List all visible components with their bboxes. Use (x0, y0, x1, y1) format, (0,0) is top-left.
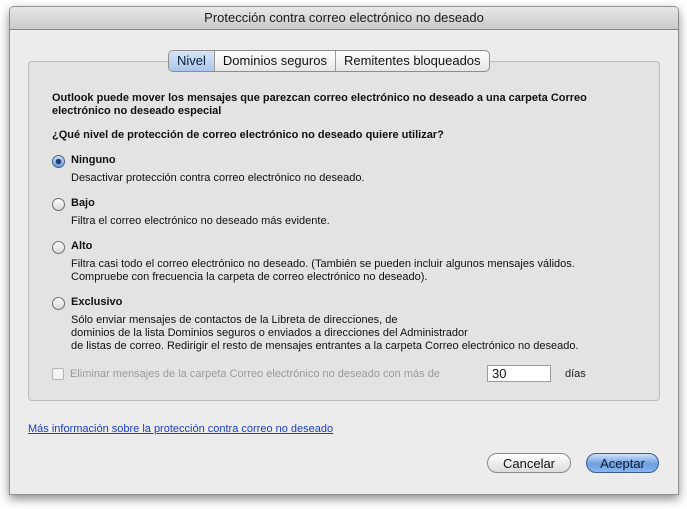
radio-alto[interactable] (52, 241, 65, 254)
level-option-bajo[interactable]: Bajo Filtra el correo electrónico no des… (52, 197, 330, 228)
protection-level-question: ¿Qué nivel de protección de correo elect… (52, 129, 444, 141)
tab-dominios-seguros[interactable]: Dominios seguros (213, 51, 335, 71)
level-label: Alto (71, 240, 93, 252)
tab-remitentes-bloqueados[interactable]: Remitentes bloqueados (334, 51, 489, 71)
level-option-exclusivo[interactable]: Exclusivo Sólo enviar mensajes de contac… (52, 296, 579, 353)
delete-old-junk-checkbox[interactable] (52, 368, 64, 380)
days-input[interactable]: 30 (487, 365, 551, 382)
level-label: Ninguno (71, 154, 116, 166)
window-title: Protección contra correo electrónico no … (10, 7, 678, 30)
level-option-ninguno[interactable]: Ninguno Desactivar protección contra cor… (52, 154, 365, 185)
level-label: Bajo (71, 197, 95, 209)
level-description: Sólo enviar mensajes de contactos de la … (71, 314, 579, 352)
radio-exclusivo[interactable] (52, 297, 65, 310)
radio-bajo[interactable] (52, 198, 65, 211)
radio-ninguno[interactable] (52, 155, 65, 168)
delete-old-junk-option[interactable]: Eliminar mensajes de la carpeta Correo e… (52, 368, 440, 380)
tab-nivel[interactable]: Nivel (169, 51, 214, 71)
junk-mail-protection-dialog: Protección contra correo electrónico no … (9, 6, 679, 495)
tab-bar: Nivel Dominios seguros Remitentes bloque… (168, 50, 490, 72)
cancel-button[interactable]: Cancelar (487, 453, 571, 473)
level-description: Desactivar protección contra correo elec… (71, 172, 365, 184)
level-label: Exclusivo (71, 296, 123, 308)
days-unit-label: días (565, 368, 586, 380)
delete-old-junk-label: Eliminar mensajes de la carpeta Correo e… (70, 368, 440, 380)
level-description: Filtra casi todo el correo electrónico n… (71, 258, 575, 283)
more-info-link[interactable]: Más información sobre la protección cont… (28, 423, 333, 435)
intro-description: Outlook puede mover los mensajes que par… (52, 92, 587, 117)
level-option-alto[interactable]: Alto Filtra casi todo el correo electrón… (52, 240, 575, 284)
accept-button[interactable]: Aceptar (586, 453, 659, 473)
level-description: Filtra el correo electrónico no deseado … (71, 215, 330, 227)
